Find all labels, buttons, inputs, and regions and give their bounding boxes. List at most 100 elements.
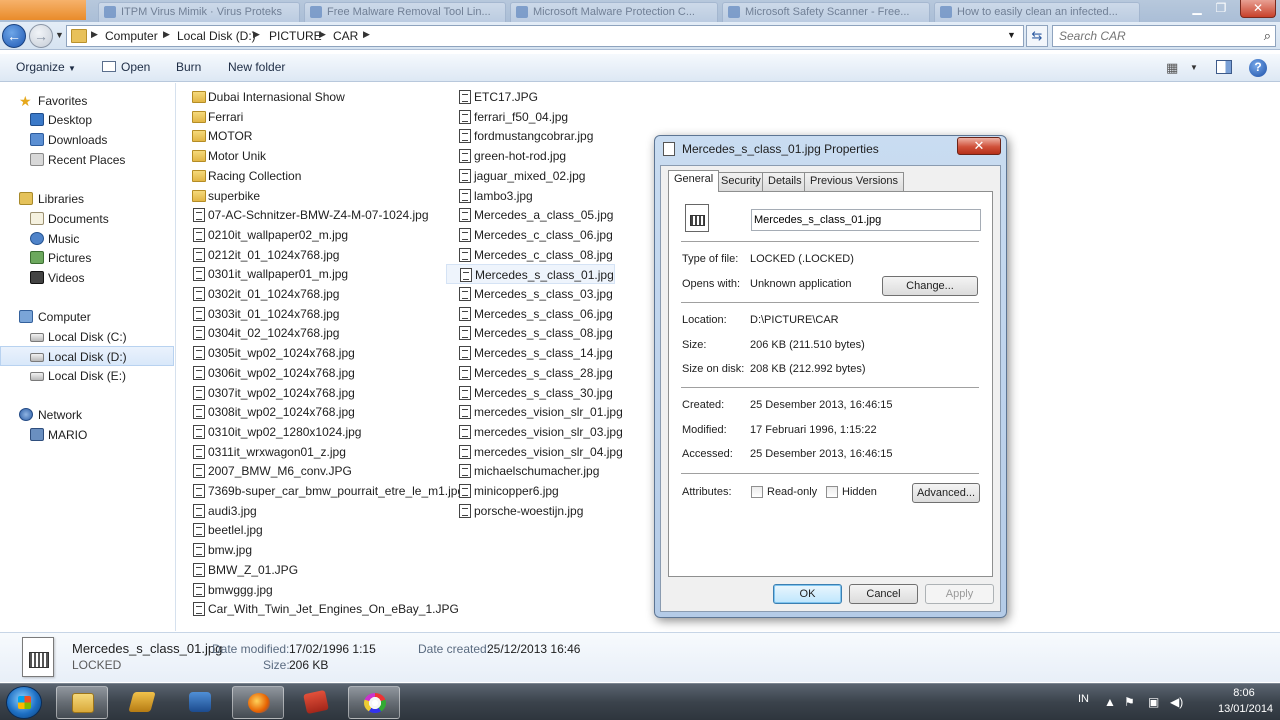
file-item[interactable]: 0307it_wp02_1024x768.jpg	[180, 383, 442, 403]
file-item[interactable]: porsche-woestijn.jpg	[446, 501, 598, 521]
chevron-right-icon[interactable]: ▶	[319, 29, 326, 40]
file-item[interactable]: mercedes_vision_slr_01.jpg	[446, 402, 623, 422]
taskbar-explorer[interactable]	[56, 686, 108, 719]
nav-favorites[interactable]: ★ Favorites	[0, 91, 174, 111]
chevron-right-icon[interactable]: ▶	[363, 29, 370, 40]
folder-item[interactable]: Ferrari	[180, 107, 442, 127]
file-item[interactable]: 0304it_02_1024x768.jpg	[180, 323, 442, 343]
chevron-right-icon[interactable]: ▶	[163, 29, 170, 40]
file-item[interactable]: 0308it_wp02_1024x768.jpg	[180, 402, 442, 422]
read-only-label[interactable]: Read-only	[767, 486, 817, 498]
nav-local-disk-c[interactable]: Local Disk (C:)	[0, 327, 174, 347]
file-item[interactable]: beetlel.jpg	[180, 520, 442, 540]
browser-tab-4[interactable]: Microsoft Safety Scanner - Free...	[722, 2, 930, 22]
change-view-icon[interactable]: ▦	[1166, 60, 1178, 76]
browser-tab-5[interactable]: How to easily clean an infected...	[934, 2, 1140, 22]
file-item[interactable]: 0302it_01_1024x768.jpg	[180, 284, 442, 304]
file-item[interactable]: Mercedes_s_class_30.jpg	[446, 383, 613, 403]
taskbar-winamp[interactable]	[116, 686, 168, 719]
nav-mario[interactable]: MARIO	[0, 425, 174, 445]
read-only-checkbox[interactable]	[751, 486, 763, 498]
file-item[interactable]: ETC17.JPG	[446, 87, 598, 107]
file-item[interactable]: Mercedes_s_class_03.jpg	[446, 284, 613, 304]
search-input[interactable]	[1053, 26, 1253, 46]
file-item[interactable]: Car_With_Twin_Jet_Engines_On_eBay_1.JPG	[180, 599, 459, 619]
file-item[interactable]: 7369b-super_car_bmw_pourrait_etre_le_m1.…	[180, 481, 464, 501]
chevron-right-icon[interactable]: ▶	[253, 29, 260, 40]
dialog-close-button[interactable]: ✕	[957, 137, 1001, 155]
hidden-checkbox[interactable]	[826, 486, 838, 498]
breadcrumb-local-disk-d[interactable]: Local Disk (D:)	[177, 29, 256, 43]
taskbar-paint[interactable]	[348, 686, 400, 719]
clock-date[interactable]: 13/01/2014	[1218, 703, 1273, 715]
apply-button[interactable]: Apply	[925, 584, 994, 604]
folder-item[interactable]: Racing Collection	[180, 166, 442, 186]
nav-local-disk-e[interactable]: Local Disk (E:)	[0, 366, 174, 386]
file-item[interactable]: 0310it_wp02_1280x1024.jpg	[180, 422, 442, 442]
burn-button[interactable]: Burn	[176, 60, 201, 74]
refresh-button[interactable]: ⇆	[1026, 25, 1048, 47]
action-center-icon[interactable]: ⚑	[1124, 695, 1135, 709]
address-bar[interactable]: ▶ Computer ▶ Local Disk (D:) ▶ PICTURE ▶…	[66, 25, 1024, 47]
file-item[interactable]: 07-AC-Schnitzer-BMW-Z4-M-07-1024.jpg	[180, 205, 442, 225]
file-item[interactable]: mercedes_vision_slr_04.jpg	[446, 442, 623, 462]
taskbar-reader[interactable]	[290, 686, 342, 719]
nav-computer[interactable]: Computer	[0, 307, 174, 327]
start-button[interactable]	[6, 686, 42, 719]
folder-item[interactable]: MOTOR	[180, 126, 442, 146]
file-item[interactable]: lambo3.jpg	[446, 186, 598, 206]
search-icon[interactable]: ⌕	[1264, 28, 1271, 44]
change-button[interactable]: Change...	[882, 276, 978, 296]
nav-videos[interactable]: Videos	[0, 268, 174, 288]
file-item[interactable]: mercedes_vision_slr_03.jpg	[446, 422, 623, 442]
file-item[interactable]: Mercedes_a_class_05.jpg	[446, 205, 613, 225]
show-hidden-icons-icon[interactable]: ▲	[1104, 695, 1116, 709]
file-item[interactable]: michaelschumacher.jpg	[446, 461, 599, 481]
tab-previous-versions[interactable]: Previous Versions	[804, 172, 905, 191]
firefox-menu-button[interactable]	[0, 0, 86, 20]
file-item[interactable]: 0303it_01_1024x768.jpg	[180, 304, 442, 324]
cancel-button[interactable]: Cancel	[849, 584, 918, 604]
tab-general[interactable]: General	[668, 170, 720, 192]
nav-local-disk-d[interactable]: Local Disk (D:)	[0, 346, 174, 366]
nav-downloads[interactable]: Downloads	[0, 130, 174, 150]
help-icon[interactable]: ?	[1249, 59, 1267, 77]
file-item[interactable]: Mercedes_s_class_01.jpg	[446, 264, 615, 285]
nav-network[interactable]: Network	[0, 405, 174, 425]
file-item[interactable]: minicopper6.jpg	[446, 481, 598, 501]
forward-button[interactable]: →	[29, 24, 53, 48]
hidden-label[interactable]: Hidden	[842, 486, 877, 498]
file-item[interactable]: Mercedes_c_class_08.jpg	[446, 245, 613, 265]
file-item[interactable]: Mercedes_s_class_14.jpg	[446, 343, 613, 363]
tab-security[interactable]: Security	[715, 172, 767, 191]
nav-libraries[interactable]: Libraries	[0, 189, 174, 209]
nav-music[interactable]: Music	[0, 229, 174, 249]
nav-pictures[interactable]: Pictures	[0, 248, 174, 268]
folder-item[interactable]: Motor Unik	[180, 146, 442, 166]
browser-tab-1[interactable]: ITPM Virus Mimik · Virus Proteks	[98, 2, 300, 22]
file-item[interactable]: 0305it_wp02_1024x768.jpg	[180, 343, 442, 363]
file-item[interactable]: 2007_BMW_M6_conv.JPG	[180, 461, 442, 481]
breadcrumb-picture[interactable]: PICTURE	[269, 29, 322, 43]
file-item[interactable]: ferrari_f50_04.jpg	[446, 107, 598, 127]
file-item[interactable]: 0311it_wrxwagon01_z.jpg	[180, 442, 442, 462]
taskbar-kmplayer[interactable]	[174, 686, 226, 719]
language-indicator[interactable]: IN	[1078, 693, 1089, 705]
taskbar-firefox[interactable]	[232, 686, 284, 719]
file-item[interactable]: 0212it_01_1024x768.jpg	[180, 245, 442, 265]
ok-button[interactable]: OK	[773, 584, 842, 604]
file-item[interactable]: bmwggg.jpg	[180, 580, 442, 600]
nav-desktop[interactable]: Desktop	[0, 110, 174, 130]
chevron-right-icon[interactable]: ▶	[91, 29, 98, 40]
folder-item[interactable]: Dubai Internasional Show	[180, 87, 442, 107]
file-item[interactable]: jaguar_mixed_02.jpg	[446, 166, 598, 186]
clock-time[interactable]: 8:06	[1218, 687, 1270, 699]
close-window-button[interactable]: ✕	[1240, 0, 1276, 18]
file-item[interactable]: 0301it_wallpaper01_m.jpg	[180, 264, 442, 284]
organize-button[interactable]: Organize ▼	[16, 60, 76, 74]
file-item[interactable]: 0306it_wp02_1024x768.jpg	[180, 363, 442, 383]
network-tray-icon[interactable]: ▣	[1148, 695, 1159, 709]
browser-tab-2[interactable]: Free Malware Removal Tool Lin...	[304, 2, 506, 22]
file-item[interactable]: 0210it_wallpaper02_m.jpg	[180, 225, 442, 245]
open-button[interactable]: Open	[102, 60, 150, 74]
